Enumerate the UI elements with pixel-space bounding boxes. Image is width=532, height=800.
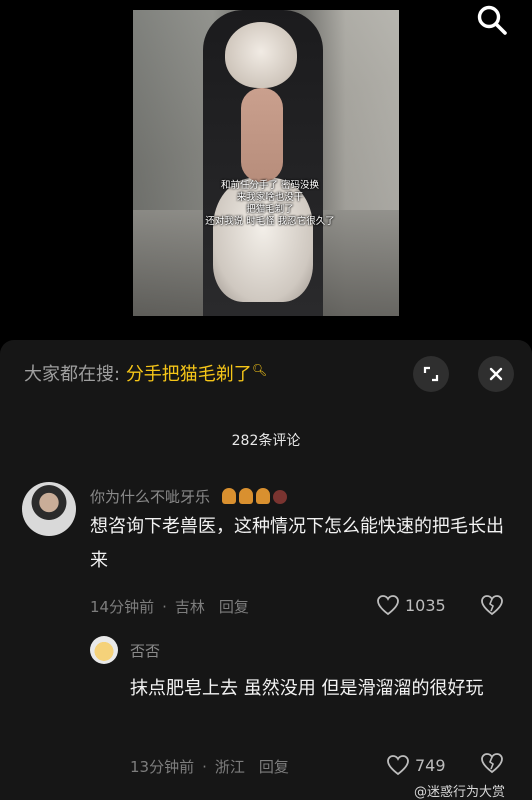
expand-button[interactable] bbox=[413, 356, 449, 392]
user-badges bbox=[219, 488, 287, 506]
avatar[interactable] bbox=[22, 482, 76, 536]
comments-sheet: 大家都在搜: 分手把猫毛剃了🔍︎ 282条评论 你为什么不呲牙乐 想咨询下老兽医… bbox=[0, 340, 532, 800]
cat-shaved-body bbox=[241, 88, 283, 182]
comment-text: 想咨询下老兽医，这种情况下怎么能快速的把毛长出来 bbox=[90, 516, 504, 571]
badge-icon bbox=[272, 490, 287, 504]
video-player[interactable]: 和前任分手了 密码没换 来我家啥也没干 把猫毛剃了 还对我说 时毛怪 我忍它很久… bbox=[0, 0, 532, 340]
comment-location: 吉林 bbox=[174, 598, 205, 616]
caption-line: 还对我说 时毛怪 我忍它很久了 bbox=[205, 216, 335, 227]
dislike-button[interactable] bbox=[480, 594, 504, 620]
caption-line: 来我家啥也没干 bbox=[236, 192, 304, 203]
like-count: 749 bbox=[415, 755, 446, 775]
reply-button[interactable]: 回复 bbox=[219, 598, 249, 616]
reply-button[interactable]: 回复 bbox=[259, 758, 289, 776]
like-button[interactable]: 1035 bbox=[376, 594, 446, 616]
search-icon: 🔍︎ bbox=[251, 363, 268, 377]
badge-icon bbox=[255, 488, 270, 504]
broken-heart-icon bbox=[481, 595, 503, 616]
hot-search-prefix: 大家都在搜: bbox=[24, 364, 121, 385]
hot-search-keyword[interactable]: 分手把猫毛剃了 bbox=[126, 364, 252, 385]
heart-icon bbox=[377, 595, 399, 616]
like-count: 1035 bbox=[405, 595, 446, 615]
video-frame[interactable]: 和前任分手了 密码没换 来我家啥也没干 把猫毛剃了 还对我说 时毛怪 我忍它很久… bbox=[133, 10, 399, 316]
comment-time: 14分钟前 bbox=[90, 598, 155, 616]
caption-line: 把猫毛剃了 bbox=[246, 204, 294, 215]
comment-username[interactable]: 你为什么不呲牙乐 bbox=[90, 486, 287, 507]
badge-icon bbox=[221, 488, 236, 504]
like-button[interactable]: 749 bbox=[386, 754, 446, 776]
broken-heart-icon bbox=[481, 753, 503, 774]
comment-count: 282条评论 bbox=[231, 433, 301, 449]
avatar[interactable] bbox=[90, 636, 118, 664]
search-icon bbox=[477, 5, 507, 35]
search-button[interactable] bbox=[474, 2, 510, 38]
close-icon bbox=[489, 367, 503, 381]
badge-icon bbox=[238, 488, 253, 504]
cat-head bbox=[225, 22, 297, 88]
comment-meta: 13分钟前 · 浙江 回复 bbox=[130, 758, 289, 776]
caption-line: 和前任分手了 密码没换 bbox=[220, 180, 320, 191]
comment-location: 浙江 bbox=[214, 758, 245, 776]
comment-meta: 14分钟前 · 吉林 回复 bbox=[90, 598, 249, 616]
expand-icon bbox=[423, 366, 439, 382]
comment-text: 抹点肥皂上去 虽然没用 但是滑溜溜的很好玩 bbox=[130, 678, 484, 699]
heart-icon bbox=[387, 755, 409, 776]
hot-search[interactable]: 大家都在搜: 分手把猫毛剃了🔍︎ bbox=[24, 360, 267, 386]
comment-username[interactable]: 否否 bbox=[130, 640, 160, 661]
close-button[interactable] bbox=[478, 356, 514, 392]
video-caption: 和前任分手了 密码没换 来我家啥也没干 把猫毛剃了 还对我说 时毛怪 我忍它很久… bbox=[175, 180, 365, 228]
comment-time: 13分钟前 bbox=[130, 758, 195, 776]
watermark: @迷惑行为大赏 bbox=[414, 785, 506, 800]
dislike-button[interactable] bbox=[480, 752, 504, 778]
